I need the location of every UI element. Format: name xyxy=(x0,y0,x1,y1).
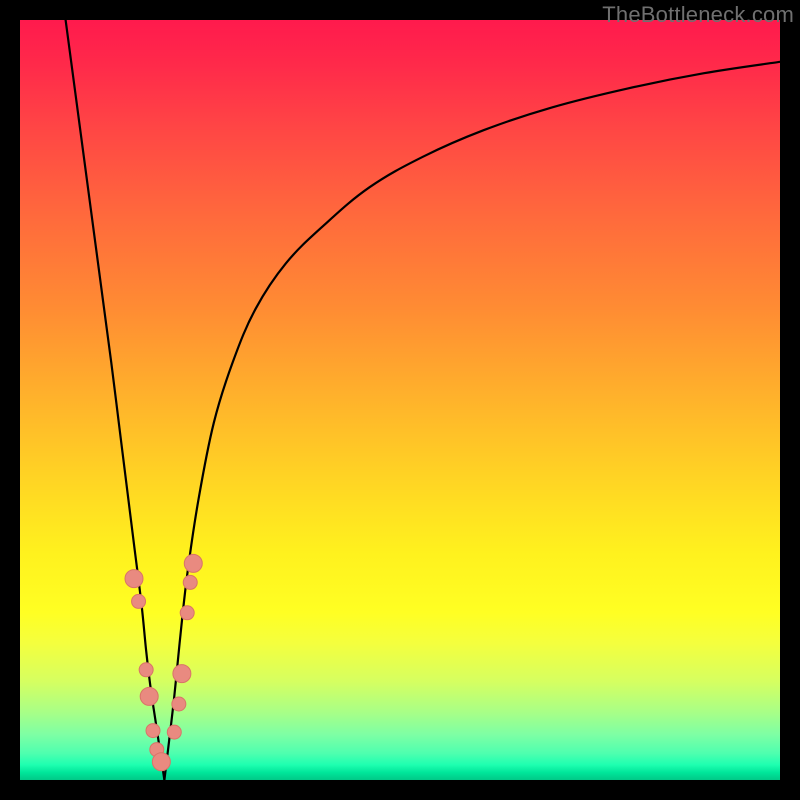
marker-point xyxy=(180,606,194,620)
curve-layer xyxy=(20,20,780,780)
chart-frame: TheBottleneck.com xyxy=(0,0,800,800)
curve-right-branch xyxy=(164,62,780,780)
marker-point xyxy=(125,570,143,588)
marker-point xyxy=(173,665,191,683)
marker-point xyxy=(140,687,158,705)
marker-point xyxy=(167,725,181,739)
marker-point xyxy=(146,724,160,738)
plot-area xyxy=(20,20,780,780)
marker-point xyxy=(132,594,146,608)
marker-point xyxy=(152,753,170,771)
bottleneck-curve xyxy=(66,20,780,780)
marker-point xyxy=(172,697,186,711)
watermark-text: TheBottleneck.com xyxy=(602,2,794,28)
highlight-markers xyxy=(125,554,202,770)
marker-point xyxy=(184,554,202,572)
marker-point xyxy=(183,575,197,589)
marker-point xyxy=(139,663,153,677)
